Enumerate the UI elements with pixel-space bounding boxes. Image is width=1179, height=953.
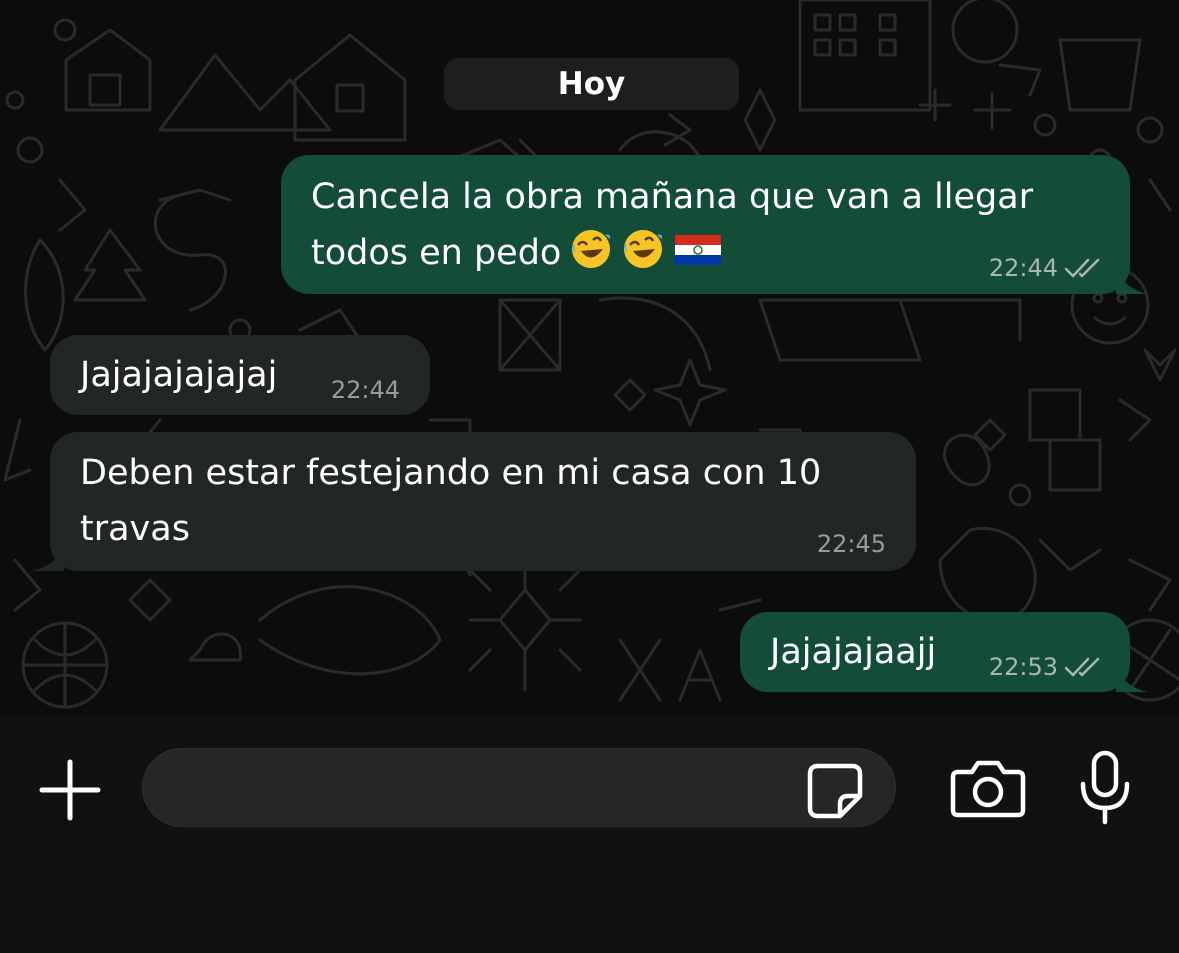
bubble-tail bbox=[1116, 268, 1148, 294]
message-meta: 22:44 bbox=[989, 253, 1102, 283]
message-timestamp: 22:45 bbox=[816, 530, 886, 558]
rolling-on-floor-laughing-emoji-icon bbox=[624, 230, 663, 268]
paraguay-flag-icon bbox=[675, 235, 722, 265]
message-text-line-2: travas bbox=[80, 509, 190, 549]
camera-icon[interactable] bbox=[950, 758, 1026, 818]
message-text-line-1: Deben estar festejando en mi casa con 10 bbox=[80, 453, 822, 493]
message-composer bbox=[0, 716, 1179, 953]
message-meta: 22:44 bbox=[331, 375, 400, 405]
bubble-tail bbox=[1116, 666, 1148, 692]
plus-icon[interactable] bbox=[36, 756, 104, 824]
sticker-icon[interactable] bbox=[806, 762, 864, 820]
message-text: Jajajajaajj bbox=[770, 632, 937, 672]
message-meta: 22:45 bbox=[817, 529, 886, 559]
message-meta: 22:53 bbox=[989, 652, 1102, 682]
chat-screen: Hoy Cancela la obra mañana que van a lle… bbox=[0, 0, 1179, 953]
chat-history[interactable]: Hoy Cancela la obra mañana que van a lle… bbox=[0, 0, 1179, 716]
message-timestamp: 22:44 bbox=[330, 376, 400, 404]
message-input[interactable] bbox=[142, 748, 896, 827]
bubble-tail bbox=[32, 545, 64, 571]
date-separator: Hoy bbox=[444, 58, 739, 110]
microphone-icon[interactable] bbox=[1078, 750, 1132, 826]
rolling-on-floor-laughing-emoji-icon bbox=[572, 230, 611, 268]
message-text-line-1: Cancela la obra mañana que van a llegar bbox=[311, 177, 1034, 217]
message-text-line-2: todos en pedo bbox=[311, 225, 723, 281]
outgoing-message-bubble[interactable]: Cancela la obra mañana que van a llegar … bbox=[281, 155, 1148, 294]
double-check-read-icon bbox=[1064, 258, 1100, 278]
message-timestamp: 22:44 bbox=[988, 254, 1058, 282]
message-text-content: todos en pedo bbox=[311, 233, 562, 273]
outgoing-message-bubble[interactable]: Jajajajaajj 22:53 bbox=[740, 612, 1148, 692]
message-text: Jajajajajajaj bbox=[80, 355, 278, 395]
incoming-message-bubble[interactable]: Deben estar festejando en mi casa con 10… bbox=[32, 432, 916, 571]
double-check-read-icon bbox=[1064, 657, 1100, 677]
incoming-message-bubble[interactable]: Jajajajajajaj 22:44 bbox=[50, 335, 430, 415]
message-timestamp: 22:53 bbox=[988, 653, 1058, 681]
